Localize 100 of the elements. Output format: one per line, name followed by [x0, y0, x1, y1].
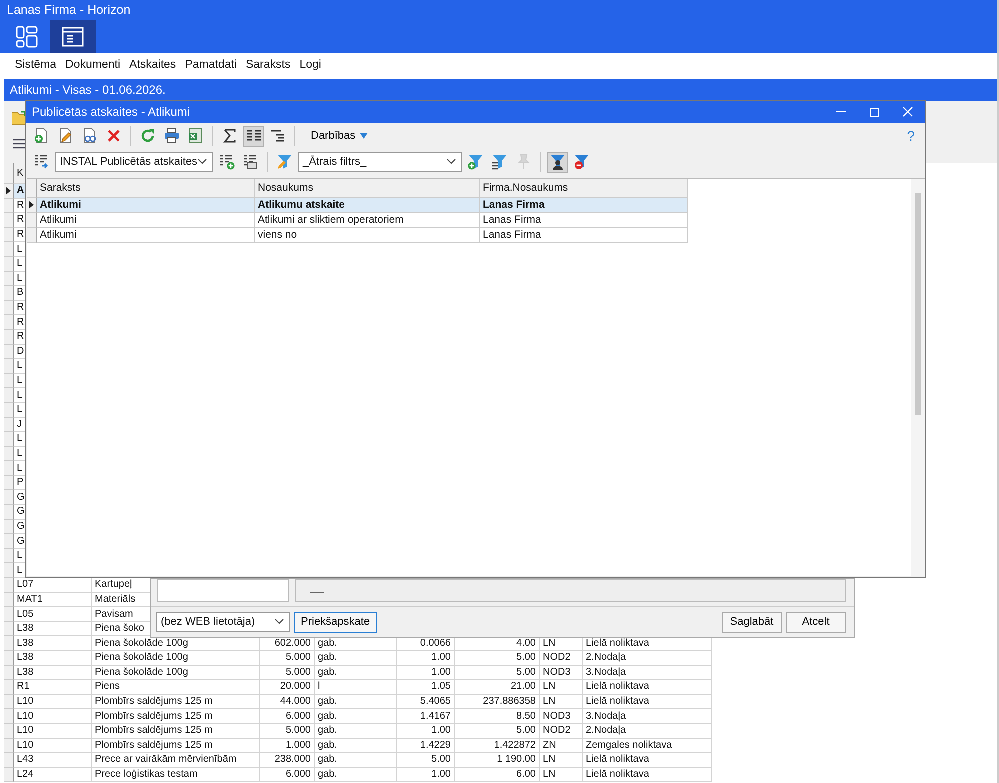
table-cell: L [17, 433, 23, 444]
table-cell: 237.886358 [483, 696, 536, 708]
dialog-button[interactable]: Priekšapskate [294, 612, 378, 632]
row-header[interactable] [4, 184, 14, 199]
table-cell: Piena šokolāde 100g [95, 666, 188, 678]
list-add-icon [218, 154, 234, 170]
table-cell: 1 190.00 [497, 754, 536, 766]
column-header[interactable]: Saraksts [40, 182, 81, 194]
table-row[interactable]: L38 Piena šokolāde 100g 5.000 gab. 1.00 5.00 NOD2 2.Nodaļa [4, 651, 712, 666]
table-cell: LN [543, 769, 556, 780]
table-cell: L10 [17, 710, 34, 722]
table-cell: 1.4167 [420, 710, 451, 722]
table-cell: NOD2 [543, 725, 571, 736]
table-row[interactable]: L10 Plombīrs saldējums 125 m 6.000 gab. 1.4167 8.50 NOD3 3.Nodaļa [4, 709, 712, 724]
table-cell: ZN [543, 740, 556, 751]
table-row[interactable]: L10 Plombīrs saldējums 125 m 1.000 gab. 1.4229 1.422872 ZN Zemgales noliktava [4, 738, 712, 754]
table-cell: L [17, 390, 23, 401]
table-cell: G [17, 492, 25, 503]
menu-item[interactable]: Atskaites [130, 59, 176, 71]
table-cell: 20.000 [280, 681, 311, 692]
table-cell: 5.000 [286, 725, 311, 736]
table-cell: 5.00 [516, 652, 536, 664]
menu-item[interactable]: Pamatdati [185, 59, 237, 71]
table-cell: Plombīrs saldējums 125 m [95, 696, 213, 708]
scrollbar-thumb[interactable] [915, 193, 921, 415]
table-cell: gab. [318, 754, 338, 766]
table-cell: LN [543, 638, 556, 649]
table-row[interactable]: L43 Prece ar vairākām mērvienībām 238.000 gab. 5.00 1 190.00 LN Lielā noliktava [4, 753, 712, 768]
table-cell: LN [543, 681, 556, 692]
table-cell: 4.00 [516, 638, 536, 649]
table-row[interactable]: L10 Plombīrs saldējums 125 m 44.000 gab. 5.4065 237.886358 LN Lielā noliktava [4, 694, 712, 710]
actions-menu[interactable]: Darbības [307, 130, 372, 142]
minimize-icon[interactable] [836, 111, 846, 113]
filter-lines-icon [492, 154, 508, 170]
table-cell: gab. [318, 652, 338, 664]
list-stack-icon [242, 154, 258, 170]
text-area[interactable] [157, 579, 289, 602]
refresh-icon [140, 128, 156, 144]
table-cell: 6.000 [286, 710, 311, 722]
table-row[interactable]: L10 Plombīrs saldējums 125 m 5.000 gab. 1.00 5.00 NOD2 2.Nodaļa [4, 724, 712, 739]
column-header[interactable]: Firma.Nosaukums [483, 182, 568, 194]
table-cell: Atlikumi [40, 229, 77, 241]
table-row[interactable]: L38 Piena šokolāde 100g 5.000 gab. 1.00 5.00 NOD3 3.Nodaļa [4, 666, 712, 680]
table-row[interactable]: Atlikumi viens no Lanas Firma [27, 228, 688, 243]
table-cell: L05 [17, 608, 34, 620]
menu-item[interactable]: Logi [300, 59, 322, 71]
caret-icon [360, 133, 368, 139]
table-cell: gab. [318, 769, 338, 780]
dialog-button[interactable]: Atcelt [786, 612, 846, 632]
menu-item[interactable]: Dokumenti [66, 59, 121, 71]
table-cell: 3.Nodaļa [586, 666, 626, 678]
menu-item[interactable]: Saraksts [246, 59, 291, 71]
table-row[interactable]: Atlikumi Atlikumi ar sliktiem operatoriem Lanas Firma [27, 213, 688, 228]
tree-view-icon [270, 128, 286, 144]
quick-filter-select[interactable]: _Ātrais filtrs_ [298, 152, 462, 172]
table-cell: 1.00 [432, 725, 451, 736]
window-title: Atlikumi - Visas - 01.06.2026. [10, 83, 166, 97]
table-row[interactable]: R1 Piens 20.000 l 1.05 21.00 LN Lielā noliktava [4, 680, 712, 695]
table-cell: L [17, 564, 23, 576]
column-header[interactable]: Nosaukums [258, 182, 314, 194]
column-header[interactable]: K [17, 168, 24, 178]
table-cell: LN [543, 754, 556, 766]
toolbar-button[interactable] [547, 152, 568, 172]
table-row[interactable]: Atlikumi Atlikumu atskaite Lanas Firma [27, 198, 688, 213]
table-row[interactable]: L24 Prece loģistikas testam 6.000 gab. 1.00 6.00 LN Lielā noliktava [4, 768, 712, 782]
table-cell: Lielā noliktava [586, 769, 650, 780]
filter-add-icon [468, 154, 484, 170]
table-cell: 6.00 [516, 769, 536, 780]
table-cell: Piena šokolāde 100g [95, 652, 188, 664]
table-cell: 6.000 [286, 769, 311, 780]
table-cell: Plombīrs saldējums 125 m [95, 725, 213, 736]
maximize-icon[interactable] [870, 108, 879, 116]
close-icon[interactable] [903, 107, 913, 117]
edit-document-icon [58, 128, 74, 144]
help-button[interactable]: ? [907, 128, 915, 144]
web-user-select[interactable]: (bez WEB lietotāja) [156, 612, 290, 632]
row-header[interactable] [27, 198, 37, 213]
current-row-icon [29, 201, 34, 209]
table-cell: 602.000 [274, 638, 311, 649]
table-cell: gab. [318, 666, 338, 678]
windows-button[interactable] [50, 20, 96, 53]
table-cell: viens no [258, 229, 298, 241]
table-cell: 1.000 [286, 740, 311, 751]
dialog-button[interactable]: Saglabāt [722, 612, 782, 632]
layout-select[interactable]: INSTAL Publicētās atskaites [55, 152, 213, 172]
current-row-icon [6, 186, 11, 195]
list-arrow-icon [34, 154, 50, 170]
menu-item[interactable]: Sistēma [15, 59, 57, 71]
table-cell: 1.00 [432, 652, 451, 664]
filter-edit-icon [276, 154, 292, 170]
table-cell: L [17, 258, 23, 270]
table-cell: L [17, 462, 23, 474]
table-cell: L38 [17, 623, 34, 634]
table-cell: R [17, 214, 24, 226]
table-cell: G [17, 536, 25, 547]
toolbar-button[interactable] [243, 126, 264, 146]
list-icon[interactable] [13, 138, 25, 150]
table-cell: Prece loģistikas testam [95, 769, 198, 780]
table-cell: L [17, 448, 23, 459]
caret-icon [198, 159, 207, 165]
